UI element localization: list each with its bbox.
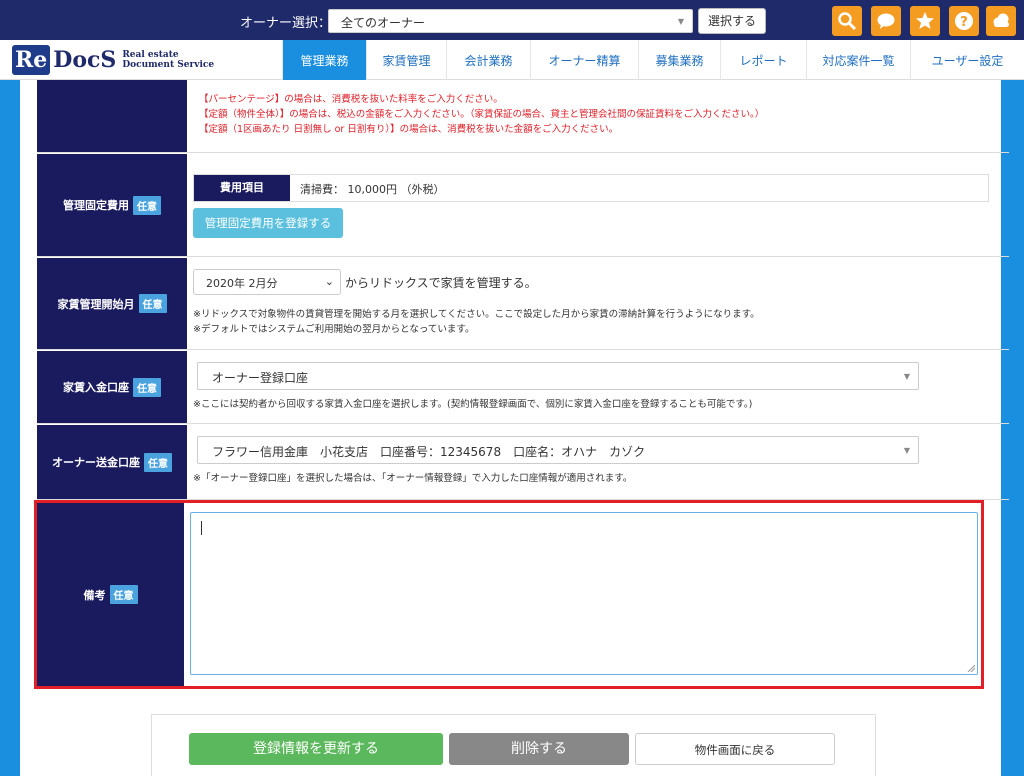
optional-badge: 任意 [109,585,138,604]
remarks-textarea[interactable] [190,512,978,675]
help-icon[interactable]: ? [949,6,979,36]
remarks-highlight-frame: 備考 任意 [34,500,984,689]
optional-badge: 任意 [133,195,161,215]
logo-sub-line1: Real estate [122,50,179,60]
start-month-value: 2020年 2月分 [206,277,278,290]
fee-note-3: 【定額（1区画あたり 日割無し or 日割有り）】の場合は、消費税を抜いた金額を… [199,124,619,135]
fee-item-value: 清掃費： 10,000円 （外税） [300,183,445,196]
chevron-down-icon: ⌄ [324,275,334,288]
cloud-icon[interactable] [986,6,1016,36]
logo-sub-line2: Document Service [122,60,215,70]
tab-owner-settlement[interactable]: オーナー精算 [530,40,638,80]
owner-account-value: フラワー信用金庫 小花支店 口座番号：12345678 口座名：オハナ カゾク [212,445,646,459]
start-month-body: 2020年 2月分 ⌄ からリドックスで家賃を管理する。 ※リドックスで対象物件… [187,258,1009,349]
tab-accounting[interactable]: 会計業務 [446,40,530,80]
owner-account-label: オーナー送金口座 任意 [37,425,187,499]
rent-account-select[interactable]: オーナー登録口座 ▼ [197,362,919,390]
remarks-label-text: 備考 [83,588,106,602]
rent-account-value: オーナー登録口座 [212,371,309,385]
owner-select-dropdown[interactable]: 全てのオーナー ▼ [328,9,693,33]
main-nav: Re DocS Real estate Document Service 管理業… [0,40,1024,80]
rent-account-row: 家賃入金口座 任意 オーナー登録口座 ▼ ※ここには契約者から回収する家賃入金口… [37,351,1009,424]
owner-account-body: フラワー信用金庫 小花支店 口座番号：12345678 口座名：オハナ カゾク … [187,425,1009,499]
owner-select-button[interactable]: 選択する [698,8,766,34]
start-month-select[interactable]: 2020年 2月分 ⌄ [193,269,341,295]
start-month-note-1: ※リドックスで対象物件の賃貸管理を開始する月を選択してください。ここで設定した月… [193,309,760,320]
chat-icon[interactable] [871,6,901,36]
rent-account-label-text: 家賃入金口座 [63,381,129,394]
logo-subtitle: Real estate Document Service [122,50,214,70]
fee-item-header: 費用項目 [194,175,290,201]
fee-note-2: 【定額（物件全体）】の場合は、税込の金額をご入力ください。（家賃保証の場合、貸主… [199,109,765,120]
logo-re: Re [12,45,51,75]
fee-rate-notes: 【パーセンテージ】の場合は、消費税を抜いた料率をご入力ください。 【定額（物件全… [187,80,1009,152]
resize-grip-icon[interactable] [967,664,975,672]
fixed-cost-label: 管理固定費用 任意 [37,154,187,256]
delete-button[interactable]: 削除する [449,733,629,765]
start-month-row: 家賃管理開始月 任意 2020年 2月分 ⌄ からリドックスで家賃を管理する。 … [37,258,1009,350]
rent-account-note: ※ここには契約者から回収する家賃入金口座を選択します。(契約情報登録画面で、個別… [193,399,753,410]
text-cursor [201,521,202,535]
chevron-down-icon: ▼ [903,372,910,381]
fee-note-1: 【パーセンテージ】の場合は、消費税を抜いた料率をご入力ください。 [199,94,503,105]
start-month-note-2: ※デフォルトではシステムご利用開始の翌月からとなっています。 [193,324,475,335]
tab-recruitment[interactable]: 募集業務 [638,40,720,80]
chevron-down-icon: ▼ [677,17,684,26]
fixed-cost-item: 費用項目 清掃費： 10,000円 （外税） [193,174,989,202]
tab-rent[interactable]: 家賃管理 [366,40,446,80]
tab-user-settings[interactable]: ユーザー設定 [910,40,1024,80]
optional-badge: 任意 [144,452,172,472]
start-month-suffix: からリドックスで家賃を管理する。 [345,276,537,290]
remarks-label: 備考 任意 [37,503,184,686]
fixed-cost-row: 管理固定費用 任意 費用項目 清掃費： 10,000円 （外税） 管理固定費用を… [37,154,1009,257]
start-month-label: 家賃管理開始月 任意 [37,258,187,349]
redocs-logo[interactable]: Re DocS Real estate Document Service [12,44,214,76]
svg-text:?: ? [960,15,968,30]
owner-account-select[interactable]: フラワー信用金庫 小花支店 口座番号：12345678 口座名：オハナ カゾク … [197,436,919,464]
remarks-body [184,503,981,686]
chevron-down-icon: ▼ [903,446,910,455]
start-month-label-text: 家賃管理開始月 [57,297,135,311]
tab-report[interactable]: レポート [720,40,806,80]
fee-rate-label-cell [37,80,187,152]
top-bar: オーナー選択： 全てのオーナー ▼ 選択する ? [0,0,1024,40]
star-icon[interactable] [910,6,940,36]
update-button[interactable]: 登録情報を更新する [189,733,443,765]
search-icon[interactable] [832,6,862,36]
fee-rate-row: 【パーセンテージ】の場合は、消費税を抜いた料率をご入力ください。 【定額（物件全… [37,80,1009,153]
owner-account-row: オーナー送金口座 任意 フラワー信用金庫 小花支店 口座番号：12345678 … [37,425,1009,500]
rent-account-body: オーナー登録口座 ▼ ※ここには契約者から回収する家賃入金口座を選択します。(契… [187,351,1009,423]
owner-account-label-text: オーナー送金口座 [52,456,140,469]
optional-badge: 任意 [133,377,161,397]
owner-select-value: 全てのオーナー [341,16,426,30]
rent-account-label: 家賃入金口座 任意 [37,351,187,423]
optional-badge: 任意 [138,294,167,313]
action-panel: 登録情報を更新する 削除する 物件画面に戻る [151,714,876,776]
register-fixed-cost-button[interactable]: 管理固定費用を登録する [193,208,343,238]
tab-management[interactable]: 管理業務 [282,40,366,80]
fixed-cost-label-text: 管理固定費用 [63,199,129,212]
owner-select-label: オーナー選択： [240,16,332,31]
main-content: 【パーセンテージ】の場合は、消費税を抜いた料率をご入力ください。 【定額（物件全… [20,80,1009,776]
back-to-property-button[interactable]: 物件画面に戻る [635,733,835,765]
logo-docs: DocS [53,47,117,73]
fixed-cost-body: 費用項目 清掃費： 10,000円 （外税） 管理固定費用を登録する [187,154,1009,256]
tab-cases[interactable]: 対応案件一覧 [806,40,910,80]
owner-account-note: ※「オーナー登録口座」を選択した場合は、「オーナー情報登録」で入力した口座情報が… [193,473,633,484]
